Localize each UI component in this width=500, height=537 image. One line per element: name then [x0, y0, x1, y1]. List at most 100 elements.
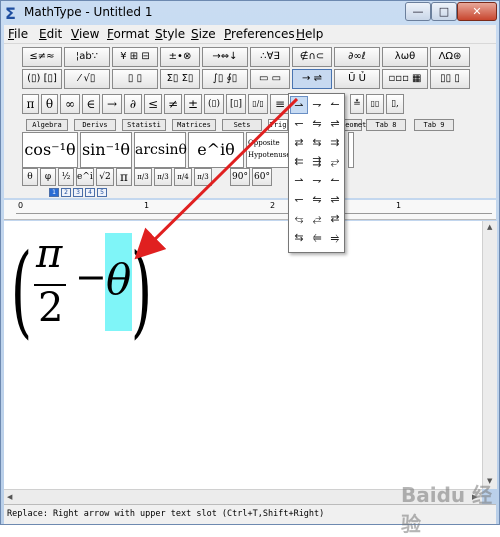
symbol-equals-star[interactable]: ≛: [350, 94, 364, 114]
arrow-template-9[interactable]: ⇇: [290, 153, 308, 171]
template-euler[interactable]: e^iθ: [188, 132, 244, 168]
palette-labeled-arrows[interactable]: → ⇌: [292, 69, 332, 89]
symbol-less-equal[interactable]: ≤: [144, 94, 162, 114]
palette-arrows[interactable]: →⇔↓: [202, 47, 248, 67]
template-arcsin-power[interactable]: sin⁻¹θ: [80, 132, 132, 168]
symbol-not-equal[interactable]: ≠: [164, 94, 182, 114]
small-pi-over-4[interactable]: π/4: [174, 168, 192, 186]
symbol-identical[interactable]: ≡: [270, 94, 290, 114]
palette-boxes[interactable]: ▯▯ ▯: [430, 69, 470, 89]
arrow-template-15[interactable]: ↽: [290, 191, 308, 209]
menu-view[interactable]: View: [71, 27, 99, 41]
palette-bars[interactable]: ▭ ▭: [250, 69, 290, 89]
tab-size-2[interactable]: 2: [61, 188, 71, 197]
arrow-template-13[interactable]: ⇁: [308, 172, 326, 190]
menu-style[interactable]: Style: [155, 27, 185, 41]
scroll-left-icon[interactable]: ◀: [7, 493, 12, 501]
palette-matrices[interactable]: ▫▫▫ ▦: [382, 69, 428, 89]
template-arcsin[interactable]: arcsinθ: [134, 132, 187, 168]
arrow-template-23[interactable]: ⥤: [326, 229, 344, 247]
vertical-scrollbar[interactable]: ▲ ▼: [482, 221, 497, 489]
menu-edit[interactable]: Edit: [39, 27, 62, 41]
symbol-brackets[interactable]: [▯]: [226, 94, 246, 114]
symbol-theta[interactable]: θ: [41, 94, 58, 114]
arrow-template-21[interactable]: ⇆: [290, 229, 308, 247]
menu-file[interactable]: File: [8, 27, 28, 41]
symbol-subscript[interactable]: ▯▯: [366, 94, 384, 114]
arrow-template-18[interactable]: ⥃: [290, 210, 308, 228]
theta-variable[interactable]: θ: [106, 255, 131, 304]
minus-operator[interactable]: −: [75, 255, 107, 299]
palette-greek-lower[interactable]: λωθ: [382, 47, 428, 67]
symbol-plus-minus[interactable]: ±: [184, 94, 202, 114]
arrow-template-22[interactable]: ⥢: [308, 229, 326, 247]
arrow-template-7[interactable]: ⇆: [308, 134, 326, 152]
arrow-template-14[interactable]: ↼: [326, 172, 344, 190]
arrow-template-16[interactable]: ⇋: [308, 191, 326, 209]
palette-fences[interactable]: (▯) [▯]: [22, 69, 62, 89]
arrow-template-8[interactable]: ⇉: [326, 134, 344, 152]
symbol-infinity[interactable]: ∞: [60, 94, 80, 114]
arrow-template-3[interactable]: ↽: [290, 115, 308, 133]
small-phi[interactable]: φ: [40, 168, 56, 186]
arrow-template-11[interactable]: ⥂: [326, 153, 344, 171]
tab-size-5[interactable]: 5: [97, 188, 107, 197]
small-pi-over-3c[interactable]: π/3: [194, 168, 212, 186]
template-arccos[interactable]: cos⁻¹θ: [22, 132, 78, 168]
maximize-button[interactable]: □: [431, 2, 457, 21]
arrow-template-0[interactable]: ⇀: [290, 96, 308, 114]
symbol-partial[interactable]: ∂: [124, 94, 142, 114]
small-half[interactable]: ½: [58, 168, 74, 186]
menu-size[interactable]: Size: [191, 27, 216, 41]
tab-sets[interactable]: Sets: [222, 119, 262, 131]
symbol-comma-slot[interactable]: ▯,: [386, 94, 404, 114]
tab-algebra[interactable]: Algebra: [26, 119, 68, 131]
close-button[interactable]: ✕: [457, 2, 497, 21]
palette-sets[interactable]: ∉∩⊂: [292, 47, 332, 67]
arrow-template-10[interactable]: ⇶: [308, 153, 326, 171]
tab-8[interactable]: Tab 8: [366, 119, 406, 131]
symbol-parentheses[interactable]: (▯): [204, 94, 224, 114]
small-euler[interactable]: e^iθ: [76, 168, 94, 186]
tab-size-3[interactable]: 3: [73, 188, 83, 197]
menu-preferences[interactable]: Preferences: [224, 27, 295, 41]
palette-misc[interactable]: ∂∞ℓ: [334, 47, 380, 67]
symbol-pi[interactable]: π: [22, 94, 39, 114]
symbol-right-arrow[interactable]: →: [102, 94, 122, 114]
arrow-template-17[interactable]: ⇌: [326, 191, 344, 209]
palette-relations[interactable]: ≤≠≈: [22, 47, 62, 67]
palette-fractions-radicals[interactable]: ⁄ √▯: [64, 69, 110, 89]
small-pi[interactable]: π: [116, 168, 132, 186]
menu-format[interactable]: Format: [107, 27, 149, 41]
palette-embellishments[interactable]: ¥ ⊞ ⊟: [112, 47, 158, 67]
small-90-degrees[interactable]: 90°: [230, 168, 250, 186]
small-sqrt2[interactable]: √2: [96, 168, 114, 186]
scroll-up-icon[interactable]: ▲: [487, 223, 492, 231]
arrow-template-20[interactable]: ⇄: [326, 210, 344, 228]
tab-9[interactable]: Tab 9: [414, 119, 454, 131]
arrow-template-19[interactable]: ⥄: [308, 210, 326, 228]
menu-help[interactable]: Help: [296, 27, 323, 41]
arrow-template-6[interactable]: ⇄: [290, 134, 308, 152]
tab-derivs[interactable]: Derivs: [74, 119, 116, 131]
tab-matrices[interactable]: Matrices: [172, 119, 216, 131]
small-60-degrees[interactable]: 60°: [252, 168, 272, 186]
arrow-template-2[interactable]: ↼: [326, 96, 344, 114]
palette-products[interactable]: Ū Ủ: [334, 69, 380, 89]
template-trig-ratio[interactable]: Opposite Hypotenuse: [246, 132, 292, 168]
arrow-template-1[interactable]: ⇁: [308, 96, 326, 114]
tab-statistics[interactable]: Statisti: [122, 119, 166, 131]
arrow-template-5[interactable]: ⇌: [326, 115, 344, 133]
palette-scripts[interactable]: ▯ ▯: [112, 69, 158, 89]
arrow-template-12[interactable]: ⇀: [290, 172, 308, 190]
symbol-element-of[interactable]: ∈: [82, 94, 100, 114]
small-pi-over-3b[interactable]: π/3: [154, 168, 172, 186]
tab-size-1[interactable]: 1: [49, 188, 59, 197]
equation-editor[interactable]: ( π 2 − θ ): [4, 221, 482, 489]
palette-operators[interactable]: ±•⊗: [160, 47, 200, 67]
palette-spaces[interactable]: ¦ab∵: [64, 47, 110, 67]
tab-size-4[interactable]: 4: [85, 188, 95, 197]
palette-integrals[interactable]: ∫▯ ∮▯: [202, 69, 248, 89]
tab-trig[interactable]: Trig: [268, 119, 288, 131]
arrow-template-4[interactable]: ⇋: [308, 115, 326, 133]
